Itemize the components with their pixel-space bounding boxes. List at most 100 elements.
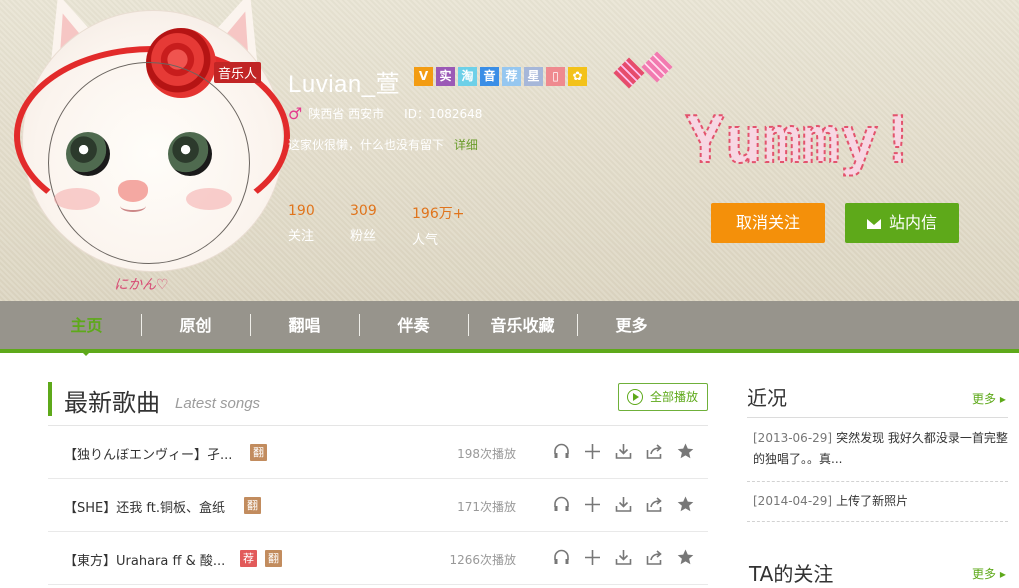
profile-nav: 主页 原创 翻唱 伴奏 音乐收藏 更多 bbox=[0, 301, 1019, 350]
avatar[interactable]: にかん♡ 音乐人 bbox=[8, 0, 290, 300]
share-icon[interactable] bbox=[645, 442, 664, 461]
favorite-star-icon[interactable] bbox=[676, 442, 695, 461]
tab-collection[interactable]: 音乐收藏 bbox=[468, 301, 577, 350]
song-list: 【独りんぼエンヴィー】孑... 翻 198次播放 【SHE】还我 ft.铜板、盒… bbox=[48, 426, 708, 585]
unfollow-button[interactable]: 取消关注 bbox=[711, 203, 825, 243]
active-tab-caret-icon bbox=[80, 350, 92, 356]
section-subtitle: Latest songs bbox=[175, 395, 261, 412]
bio-more-link[interactable]: 详细 bbox=[454, 138, 478, 152]
user-name: Luvian_萱 bbox=[288, 71, 401, 98]
favorite-star-icon[interactable] bbox=[676, 548, 695, 567]
stat-label: 粉丝 bbox=[350, 229, 377, 244]
nav-underline bbox=[0, 349, 1019, 353]
tab-more[interactable]: 更多 bbox=[577, 301, 686, 350]
stat-value: 190 bbox=[288, 203, 315, 219]
verified-badge-icon[interactable]: 实 bbox=[436, 67, 455, 86]
recent-more-link[interactable]: 更多 ▸ bbox=[972, 390, 1006, 407]
gender-icon: ♂ bbox=[288, 104, 303, 123]
user-meta: ♂ 陕西省 西安市 ID：1082648 bbox=[288, 104, 482, 123]
recent-item: [2014-04-29] 上传了新照片 bbox=[753, 491, 1009, 512]
song-actions bbox=[552, 495, 695, 514]
heart-icon bbox=[613, 57, 645, 89]
cat-mouth bbox=[120, 200, 146, 212]
cover-tag-icon: 翻 bbox=[265, 550, 282, 567]
tab-home[interactable]: 主页 bbox=[32, 301, 141, 350]
user-stats: 190 关注 309 粉丝 196万+ 人气 bbox=[288, 203, 474, 248]
song-title[interactable]: 【独りんぼエンヴィー】孑... bbox=[64, 444, 232, 463]
add-icon[interactable] bbox=[583, 495, 602, 514]
song-row[interactable]: 【独りんぼエンヴィー】孑... 翻 198次播放 bbox=[48, 426, 708, 479]
song-actions bbox=[552, 442, 695, 461]
favorite-star-icon[interactable] bbox=[676, 495, 695, 514]
bio-text: 这家伙很懒，什么也没有留下 bbox=[288, 138, 445, 152]
tab-cover[interactable]: 翻唱 bbox=[250, 301, 359, 350]
add-icon[interactable] bbox=[583, 442, 602, 461]
nav-items: 主页 原创 翻唱 伴奏 音乐收藏 更多 bbox=[32, 301, 686, 350]
mail-icon bbox=[866, 219, 881, 229]
download-icon[interactable] bbox=[614, 442, 633, 461]
listen-icon[interactable] bbox=[552, 495, 571, 514]
stat-following[interactable]: 190 关注 bbox=[288, 203, 350, 248]
profile-header: にかん♡ 音乐人 Luvian_萱 V 实 淘 音 荐 星 ▯ ✿ ♂ 陕西省 … bbox=[0, 0, 1019, 301]
play-count: 1266次播放 bbox=[449, 553, 516, 567]
phone-badge-icon[interactable]: ▯ bbox=[546, 67, 565, 86]
yummy-decoration: Yummy! bbox=[685, 103, 918, 179]
divider bbox=[747, 481, 1008, 482]
stat-fans[interactable]: 309 粉丝 bbox=[350, 203, 412, 248]
cat-blush-left bbox=[54, 188, 100, 210]
badge-list: V 实 淘 音 荐 星 ▯ ✿ bbox=[414, 67, 587, 86]
listen-icon[interactable] bbox=[552, 548, 571, 567]
user-bio: 这家伙很懒，什么也没有留下 详细 bbox=[288, 136, 478, 153]
play-icon bbox=[627, 389, 643, 405]
heart-icon bbox=[641, 51, 673, 83]
following-more-link[interactable]: 更多 ▸ bbox=[972, 565, 1006, 582]
avatar-signature: にかん♡ bbox=[114, 277, 169, 293]
song-row[interactable]: 【東方】Urahara ff & 酸... 荐 翻 1266次播放 bbox=[48, 532, 708, 585]
recent-date: [2014-04-29] bbox=[753, 494, 833, 508]
cat-nose bbox=[118, 180, 148, 202]
recent-text[interactable]: 上传了新照片 bbox=[836, 494, 908, 508]
play-all-button[interactable]: 全部播放 bbox=[618, 383, 708, 411]
add-icon[interactable] bbox=[583, 548, 602, 567]
song-title[interactable]: 【SHE】还我 ft.铜板、盒纸 bbox=[64, 497, 225, 516]
song-row[interactable]: 【SHE】还我 ft.铜板、盒纸 翻 171次播放 bbox=[48, 479, 708, 532]
message-button[interactable]: 站内信 bbox=[845, 203, 959, 243]
musician-badge: 音乐人 bbox=[214, 62, 262, 83]
section-title: 最新歌曲 bbox=[64, 389, 160, 417]
listen-icon[interactable] bbox=[552, 442, 571, 461]
user-id: ID：1082648 bbox=[404, 107, 483, 121]
stat-value: 196万+ bbox=[412, 206, 465, 222]
decor-text: Yummy! bbox=[686, 104, 917, 178]
profile-page: にかん♡ 音乐人 Luvian_萱 V 实 淘 音 荐 星 ▯ ✿ ♂ 陕西省 … bbox=[0, 0, 1019, 588]
taobao-badge-icon[interactable]: 淘 bbox=[458, 67, 477, 86]
stat-label: 人气 bbox=[412, 233, 439, 248]
download-icon[interactable] bbox=[614, 548, 633, 567]
following-title: TA的关注 bbox=[749, 562, 834, 586]
recent-item: [2013-06-29] 突然发现 我好久都没录一首完整的独唱了。。真... bbox=[753, 428, 1009, 470]
vip-badge-icon[interactable]: V bbox=[414, 67, 433, 86]
star-badge-icon[interactable]: 星 bbox=[524, 67, 543, 86]
user-location: 陕西省 西安市 bbox=[308, 107, 385, 121]
stat-value: 309 bbox=[350, 203, 377, 219]
share-icon[interactable] bbox=[645, 495, 664, 514]
cover-tag-icon: 翻 bbox=[244, 497, 261, 514]
header-decoration: Yummy! bbox=[680, 92, 1000, 192]
share-icon[interactable] bbox=[645, 548, 664, 567]
message-button-label: 站内信 bbox=[888, 213, 937, 232]
music-badge-icon[interactable]: 音 bbox=[480, 67, 499, 86]
song-actions bbox=[552, 548, 695, 567]
cat-blush-right bbox=[186, 188, 232, 210]
recommend-badge-icon[interactable]: 荐 bbox=[502, 67, 521, 86]
tab-accompaniment[interactable]: 伴奏 bbox=[359, 301, 468, 350]
flower-badge-icon[interactable]: ✿ bbox=[568, 67, 587, 86]
divider bbox=[747, 521, 1008, 522]
song-title[interactable]: 【東方】Urahara ff & 酸... bbox=[64, 550, 225, 569]
stat-popularity: 196万+ 人气 bbox=[412, 203, 474, 248]
recommend-tag-icon: 荐 bbox=[240, 550, 257, 567]
tab-original[interactable]: 原创 bbox=[141, 301, 250, 350]
play-count: 171次播放 bbox=[457, 500, 516, 514]
download-icon[interactable] bbox=[614, 495, 633, 514]
recent-date: [2013-06-29] bbox=[753, 431, 833, 445]
cat-eye-left bbox=[66, 132, 110, 176]
cat-eye-right bbox=[168, 132, 212, 176]
